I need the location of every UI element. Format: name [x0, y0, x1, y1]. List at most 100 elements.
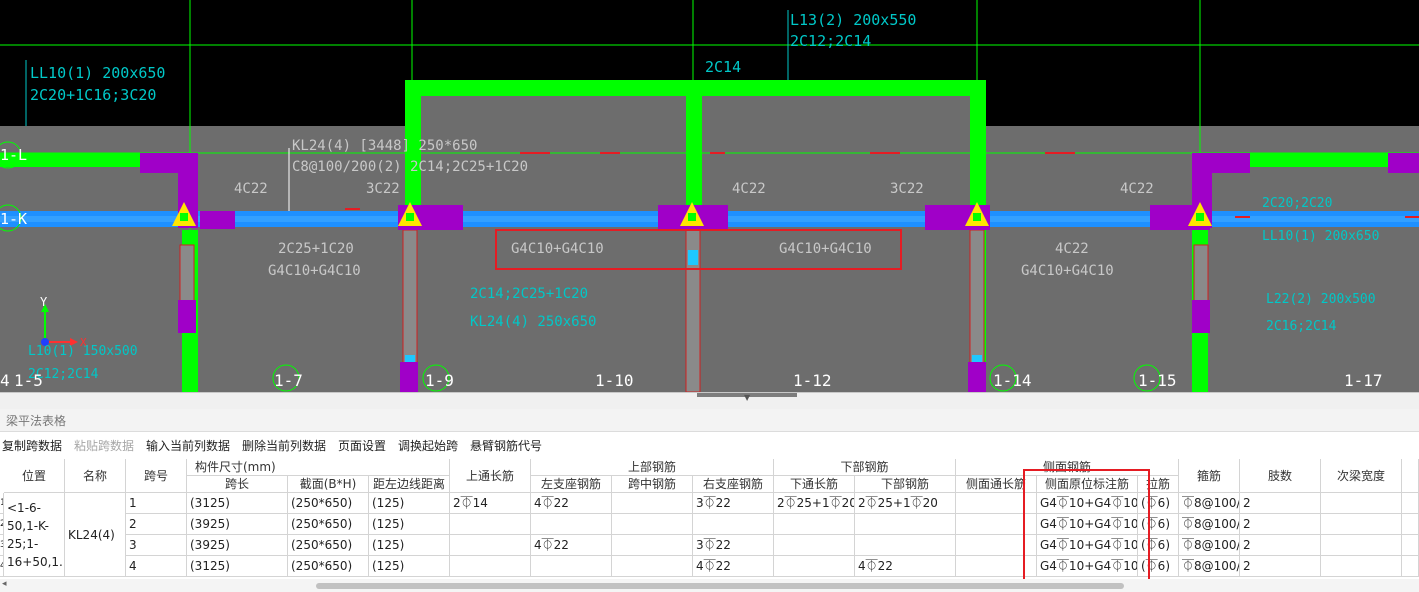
input-column-button[interactable]: 输入当前列数据 [146, 437, 230, 454]
label-right-l22-rebar[interactable]: 2C16;2C14 [1266, 319, 1337, 334]
cell-right-support[interactable]: 3⏁22 [693, 493, 774, 514]
cell-bottom-long[interactable] [774, 514, 855, 535]
cell-stirrup[interactable]: ⏁8@100/ [1179, 535, 1240, 556]
col-header-secondary-width[interactable]: 次梁宽度 [1321, 459, 1402, 493]
label-side-span4[interactable]: G4C10+G4C10 [1021, 263, 1114, 279]
cell-tie[interactable]: (⏁6) [1138, 535, 1179, 556]
cell-left-support[interactable]: 4⏁22 [531, 535, 612, 556]
scrollbar-thumb[interactable] [316, 583, 1124, 589]
beam-mid-vertical[interactable] [686, 80, 702, 210]
cell-legs[interactable]: 2 [1240, 493, 1321, 514]
col-header-bottom-long[interactable]: 下通长筋 [774, 476, 855, 493]
label-ll10-rebar[interactable]: 2C20+1C16;3C20 [30, 86, 156, 104]
cell-left-edge[interactable]: (125) [369, 493, 450, 514]
cell-mid-span[interactable] [612, 514, 693, 535]
col-header-dims[interactable]: 构件尺寸(mm) [187, 459, 450, 476]
col-header-side-long[interactable]: 侧面通长筋 [956, 476, 1037, 493]
col-header-bottom-rebar[interactable]: 下部钢筋 [855, 476, 956, 493]
cell-bottom-rebar[interactable]: 2⏁25+1⏁20 [855, 493, 956, 514]
cell-section[interactable]: (250*650) [288, 556, 369, 577]
cell-span-length[interactable]: (3125) [187, 556, 288, 577]
cell-stirrup[interactable]: ⏁8@100/ [1179, 514, 1240, 535]
col-header-position[interactable]: 位置 [4, 459, 65, 493]
label-ll10-name[interactable]: LL10(1) 200x650 [30, 64, 165, 82]
cell-legs[interactable]: 2 [1240, 514, 1321, 535]
col-header-name[interactable]: 名称 [65, 459, 126, 493]
cell-secondary-width[interactable] [1321, 514, 1402, 535]
cell-bottom-rebar[interactable] [855, 535, 956, 556]
cell-overflow[interactable] [1402, 556, 1419, 577]
panel-splitter[interactable]: ▼ [0, 392, 1419, 409]
col-header-side-bars[interactable]: 侧面钢筋 [956, 459, 1179, 476]
cell-mid-span[interactable] [612, 556, 693, 577]
cell-side-original[interactable]: G4⏁10+G4⏁10 [1037, 556, 1138, 577]
label-side-span2[interactable]: G4C10+G4C10 [511, 241, 604, 257]
col-header-section[interactable]: 截面(B*H) [288, 476, 369, 493]
label-top-2c14[interactable]: 2C14 [705, 58, 741, 76]
label-bottom-span1[interactable]: 2C25+1C20 [278, 241, 354, 257]
cell-left-edge[interactable]: (125) [369, 514, 450, 535]
col-header-bottom-bars[interactable]: 下部钢筋 [774, 459, 956, 476]
label-side-span1[interactable]: G4C10+G4C10 [268, 263, 361, 279]
cell-bottom-long[interactable] [774, 535, 855, 556]
cell-left-edge[interactable]: (125) [369, 556, 450, 577]
cell-bottom-rebar[interactable] [855, 514, 956, 535]
cad-drawing-svg[interactable]: LL10(1) 200x650 2C20+1C16;3C20 L13(2) 20… [0, 0, 1419, 392]
cell-bottom-long[interactable]: 2⏁25+1⏁20 [774, 493, 855, 514]
chevron-down-icon[interactable]: ▼ [744, 394, 750, 402]
cell-span-length[interactable]: (3925) [187, 514, 288, 535]
col-header-top-long[interactable]: 上通长筋 [450, 459, 531, 493]
swap-start-span-button[interactable]: 调换起始跨 [398, 437, 458, 454]
cell-top-long[interactable]: 2⏁14 [450, 493, 531, 514]
cell-stirrup[interactable]: ⏁8@100/ [1179, 493, 1240, 514]
cell-right-support[interactable]: 3⏁22 [693, 535, 774, 556]
cell-left-edge[interactable]: (125) [369, 535, 450, 556]
cad-drawing-viewport[interactable]: LL10(1) 200x650 2C20+1C16;3C20 L13(2) 20… [0, 0, 1419, 392]
cell-secondary-width[interactable] [1321, 493, 1402, 514]
label-support[interactable]: 4C22 [1120, 181, 1154, 197]
cell-side-original[interactable]: G4⏁10+G4⏁10 [1037, 535, 1138, 556]
cell-span-no[interactable]: 2 [126, 514, 187, 535]
label-support[interactable]: 3C22 [366, 181, 400, 197]
cell-side-long[interactable] [956, 556, 1037, 577]
cell-right-support[interactable]: 4⏁22 [693, 556, 774, 577]
cell-top-long[interactable] [450, 556, 531, 577]
copy-span-button[interactable]: 复制跨数据 [2, 437, 62, 454]
cell-span-no[interactable]: 4 [126, 556, 187, 577]
label-kl24-name[interactable]: KL24(4) [3448] 250*650 [292, 138, 477, 154]
cell-legs[interactable]: 2 [1240, 535, 1321, 556]
cell-span-length[interactable]: (3125) [187, 493, 288, 514]
cell-position[interactable]: <1-6-50,1-K-25;1-16+50,1... [4, 493, 65, 577]
cell-side-original[interactable]: G4⏁10+G4⏁10 [1037, 493, 1138, 514]
cell-span-no[interactable]: 1 [126, 493, 187, 514]
label-kl24-lower[interactable]: 2C14;2C25+1C20 [470, 286, 588, 302]
cell-left-support[interactable] [531, 556, 612, 577]
cell-overflow[interactable] [1402, 514, 1419, 535]
cell-mid-span[interactable] [612, 493, 693, 514]
cell-tie[interactable]: (⏁6) [1138, 493, 1179, 514]
page-setup-button[interactable]: 页面设置 [338, 437, 386, 454]
cell-left-support[interactable] [531, 514, 612, 535]
col-header-stirrup[interactable]: 箍筋 [1179, 459, 1240, 493]
beam-table[interactable]: 位置 名称 跨号 构件尺寸(mm) 上通长筋 上部钢筋 下部钢筋 侧面钢筋 箍筋… [0, 459, 1419, 577]
cell-overflow[interactable] [1402, 493, 1419, 514]
delete-column-button[interactable]: 删除当前列数据 [242, 437, 326, 454]
col-header-span[interactable]: 跨号 [126, 459, 187, 493]
cell-span-length[interactable]: (3925) [187, 535, 288, 556]
col-header-mid-span[interactable]: 跨中钢筋 [612, 476, 693, 493]
cell-left-support[interactable]: 4⏁22 [531, 493, 612, 514]
horizontal-scrollbar[interactable]: ◂ [0, 579, 1419, 592]
cell-side-long[interactable] [956, 535, 1037, 556]
cell-secondary-width[interactable] [1321, 556, 1402, 577]
label-side-span3[interactable]: G4C10+G4C10 [779, 241, 872, 257]
col-header-left-support[interactable]: 左支座钢筋 [531, 476, 612, 493]
label-right-ll10[interactable]: LL10(1) 200x650 [1262, 229, 1379, 244]
cell-span-no[interactable]: 3 [126, 535, 187, 556]
label-l13-name[interactable]: L13(2) 200x550 [790, 11, 916, 29]
cell-top-long[interactable] [450, 514, 531, 535]
cell-tie[interactable]: (⏁6) [1138, 556, 1179, 577]
col-header-top-bars[interactable]: 上部钢筋 [531, 459, 774, 476]
col-header-tie[interactable]: 拉筋 [1138, 476, 1179, 493]
col-header-legs[interactable]: 肢数 [1240, 459, 1321, 493]
cell-side-long[interactable] [956, 493, 1037, 514]
